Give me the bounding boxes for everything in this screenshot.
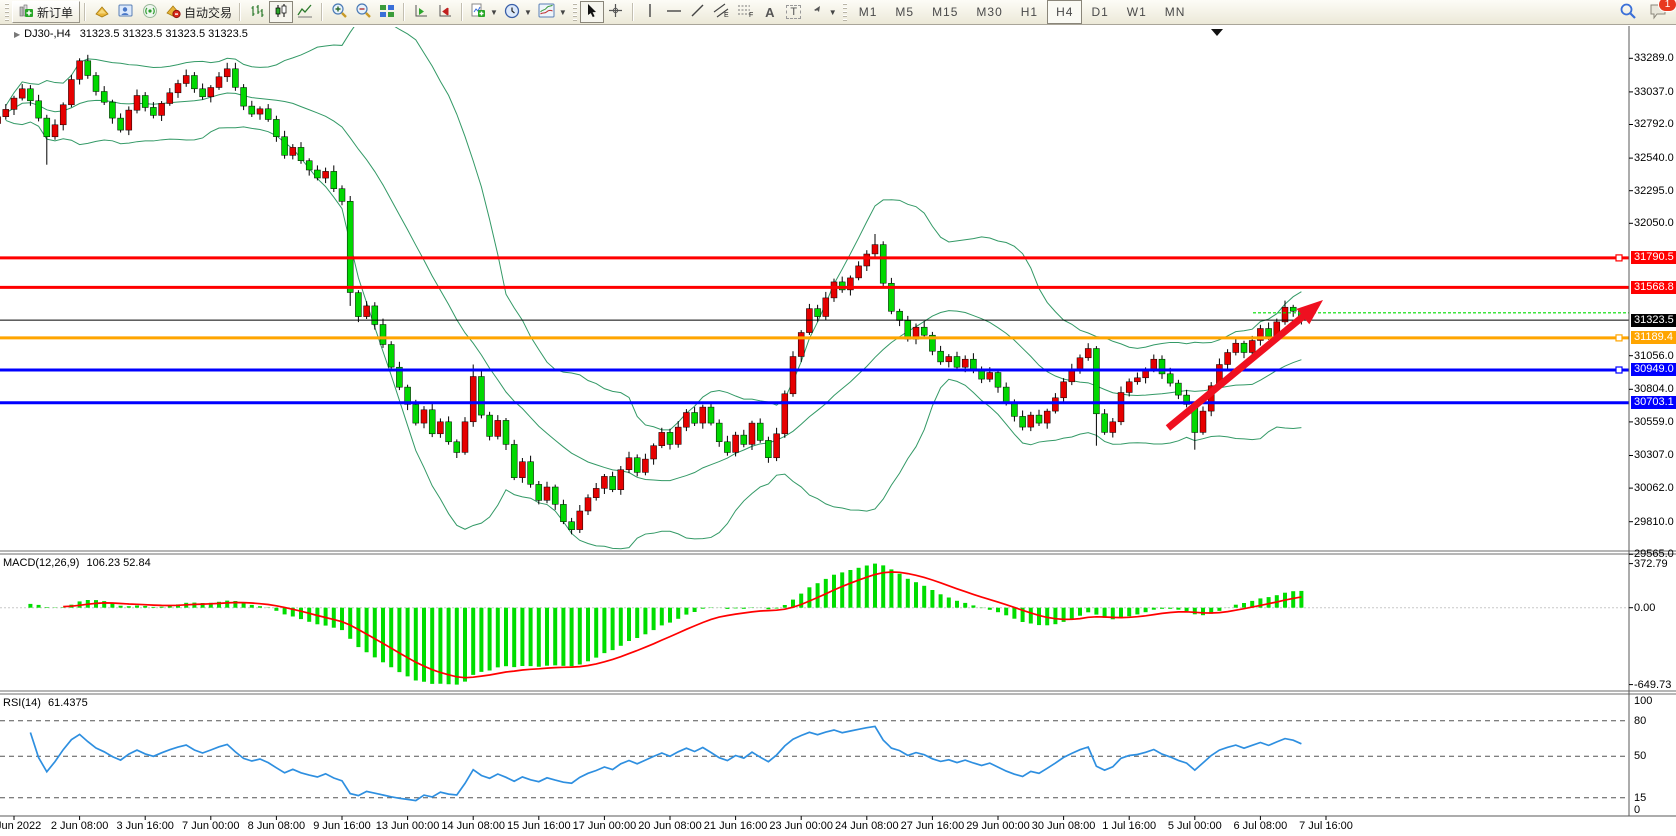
panel-separators[interactable]	[0, 550, 1676, 695]
horizontal-line-30949.0[interactable]	[0, 366, 1629, 374]
horizontal-line-31189.4[interactable]	[0, 334, 1629, 342]
macd-histogram	[28, 563, 1304, 685]
trend-arrow[interactable]	[1165, 300, 1323, 431]
rsi-line	[29, 725, 1302, 802]
chart-canvas	[0, 26, 1676, 820]
candles	[0, 54, 1305, 535]
mt4-trading-app: 新订单 自动交易 ▼ ▼ ▼ E F A T ▼ M1 M5 M15 M30 H…	[0, 0, 1676, 836]
macd-signal-line	[63, 571, 1302, 679]
horizontal-line-31790.5[interactable]	[0, 254, 1629, 262]
chart-shift-marker[interactable]	[1211, 29, 1223, 36]
